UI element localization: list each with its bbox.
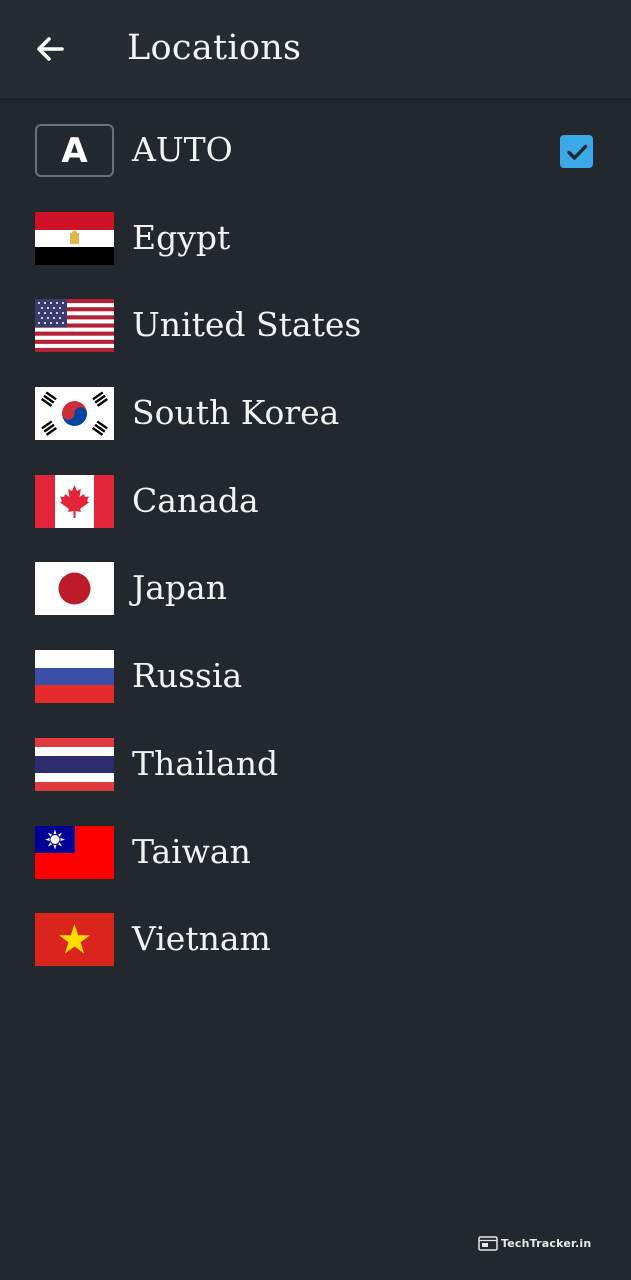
location-item-taiwan[interactable]: Taiwan [0,809,631,897]
usa-flag-icon [35,299,114,353]
watermark: TechTracker.in [478,1236,591,1251]
location-item-auto[interactable]: A AUTO [0,107,631,195]
location-label: Egypt [132,217,231,257]
auto-badge-icon: A [35,124,114,177]
egypt-flag-icon [35,211,114,265]
back-button[interactable] [28,27,72,71]
japan-flag-icon [35,562,114,616]
russia-flag-icon [35,650,114,704]
checkmark-icon [566,144,587,160]
location-item-egypt[interactable]: Egypt [0,195,631,283]
location-item-thailand[interactable]: Thailand [0,721,631,809]
location-label: Taiwan [132,831,251,871]
location-item-united-states[interactable]: United States [0,282,631,370]
location-label: Japan [132,568,227,608]
browser-window-icon [478,1236,498,1251]
canada-flag-icon [35,474,114,528]
location-label: AUTO [132,130,233,169]
location-label: Thailand [132,743,279,783]
app-bar: Locations [0,0,631,99]
arrow-left-icon [37,37,64,61]
location-label: Russia [132,656,243,696]
vietnam-flag-icon [35,913,114,967]
location-item-vietnam[interactable]: Vietnam [0,896,631,984]
location-label: Canada [132,480,259,520]
taiwan-flag-icon [35,825,114,879]
selected-checkbox[interactable] [560,135,593,168]
location-item-russia[interactable]: Russia [0,633,631,721]
page-title: Locations [127,28,302,68]
location-item-japan[interactable]: Japan [0,545,631,633]
watermark-text: TechTracker.in [501,1237,592,1250]
location-item-canada[interactable]: Canada [0,458,631,546]
thailand-flag-icon [35,737,114,791]
south-korea-flag-icon [35,387,114,441]
location-label: Vietnam [132,919,271,959]
location-label: South Korea [132,393,340,433]
location-label: United States [132,305,362,345]
locations-list: A AUTO Egypt United States South Korea C… [0,107,631,984]
location-item-south-korea[interactable]: South Korea [0,370,631,458]
